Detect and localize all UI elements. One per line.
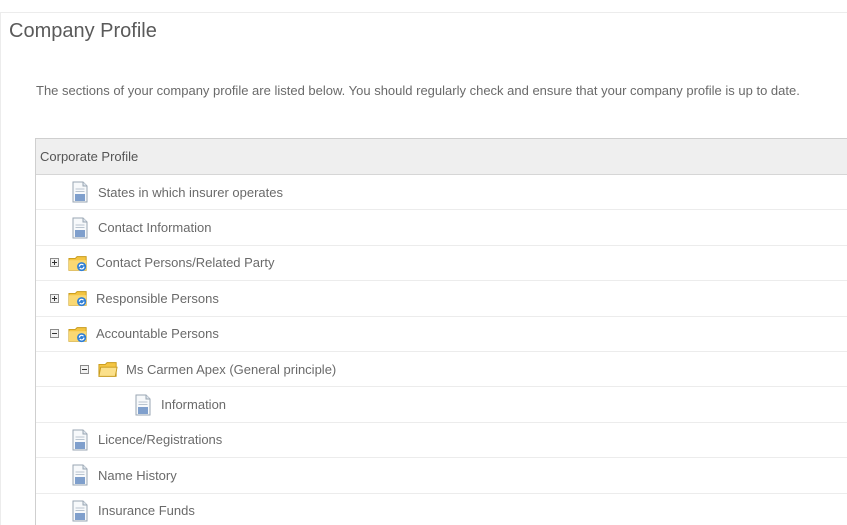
tree-node-label[interactable]: Insurance Funds	[98, 503, 195, 518]
tree-node[interactable]: Insurance Funds	[70, 494, 195, 525]
company-profile-page: Company Profile The sections of your com…	[0, 0, 847, 525]
tree-row[interactable]: States in which insurer operates	[36, 175, 847, 211]
document-icon	[135, 394, 151, 416]
page-title: Company Profile	[9, 20, 157, 42]
tree-row[interactable]: Responsible Persons	[36, 281, 847, 317]
tree-node-label[interactable]: Licence/Registrations	[98, 432, 222, 447]
tree-row[interactable]: Ms Carmen Apex (General principle)	[36, 352, 847, 388]
tree-row[interactable]: Contact Persons/Related Party	[36, 246, 847, 282]
tree-node[interactable]: Contact Persons/Related Party	[50, 246, 274, 280]
tree-node[interactable]: Responsible Persons	[50, 281, 219, 315]
tree-node[interactable]: Accountable Persons	[50, 317, 219, 351]
tree-node-label[interactable]: Ms Carmen Apex (General principle)	[126, 362, 336, 377]
expand-toggle-icon[interactable]	[50, 293, 59, 303]
intro-text: The sections of your company profile are…	[36, 83, 800, 98]
collapse-toggle-icon[interactable]	[80, 364, 89, 374]
tree-node-label[interactable]: Responsible Persons	[96, 291, 219, 306]
tree-node[interactable]: Ms Carmen Apex (General principle)	[80, 352, 336, 386]
tree-node-label[interactable]: Contact Persons/Related Party	[96, 255, 274, 270]
collapse-toggle-icon[interactable]	[50, 329, 59, 339]
tree-node[interactable]: Licence/Registrations	[70, 423, 222, 457]
folder-icon	[98, 362, 118, 377]
tree-node[interactable]: Information	[133, 387, 226, 421]
tree-row[interactable]: Insurance Funds	[36, 494, 847, 525]
tree-node-label[interactable]: Name History	[98, 468, 177, 483]
tree-row[interactable]: Licence/Registrations	[36, 423, 847, 459]
left-divider	[0, 12, 1, 525]
folder-sync-icon	[68, 256, 87, 272]
folder-sync-icon	[68, 326, 87, 342]
tree-row[interactable]: Contact Information	[36, 210, 847, 246]
tree-node-label[interactable]: Accountable Persons	[96, 326, 219, 341]
tree-node[interactable]: Contact Information	[70, 210, 211, 244]
top-divider	[0, 12, 847, 13]
tree-row[interactable]: Name History	[36, 458, 847, 494]
tree-node[interactable]: Name History	[70, 458, 177, 492]
document-icon	[72, 464, 88, 486]
tree-node-label[interactable]: Information	[161, 397, 226, 412]
document-icon	[72, 217, 88, 239]
document-icon	[72, 500, 88, 522]
folder-sync-icon	[68, 291, 87, 307]
tree-node-label[interactable]: States in which insurer operates	[98, 185, 283, 200]
document-icon	[72, 429, 88, 451]
tree-row[interactable]: Accountable Persons	[36, 317, 847, 352]
document-icon	[72, 181, 88, 203]
tree-node[interactable]: States in which insurer operates	[70, 175, 283, 209]
tree-node-label[interactable]: Contact Information	[98, 220, 211, 235]
panel-header: Corporate Profile	[36, 139, 847, 175]
corporate-profile-panel: Corporate Profile States in which insure…	[35, 138, 847, 525]
tree-row[interactable]: Information	[36, 387, 847, 423]
expand-toggle-icon[interactable]	[50, 258, 59, 268]
